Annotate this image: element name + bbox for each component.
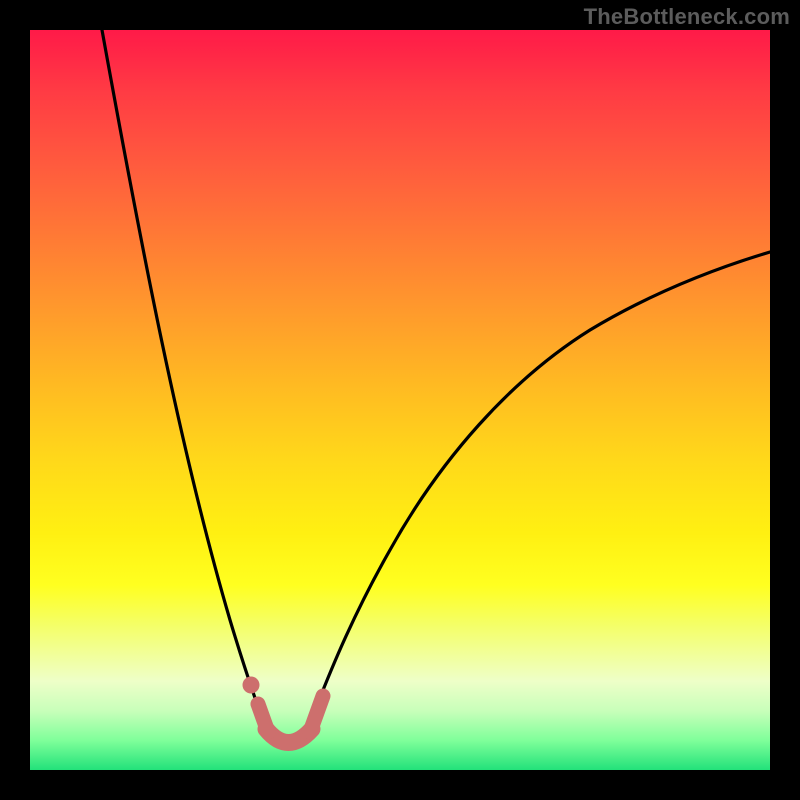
plot-area: [30, 30, 770, 770]
curve-right-branch: [312, 252, 770, 718]
marker-left-stub: [258, 704, 268, 732]
marker-dot: [243, 677, 260, 694]
curve-left-branch: [102, 30, 262, 718]
curve-layer: [30, 30, 770, 770]
watermark-text: TheBottleneck.com: [584, 4, 790, 30]
marker-right-stub: [310, 696, 323, 732]
chart-frame: TheBottleneck.com: [0, 0, 800, 800]
